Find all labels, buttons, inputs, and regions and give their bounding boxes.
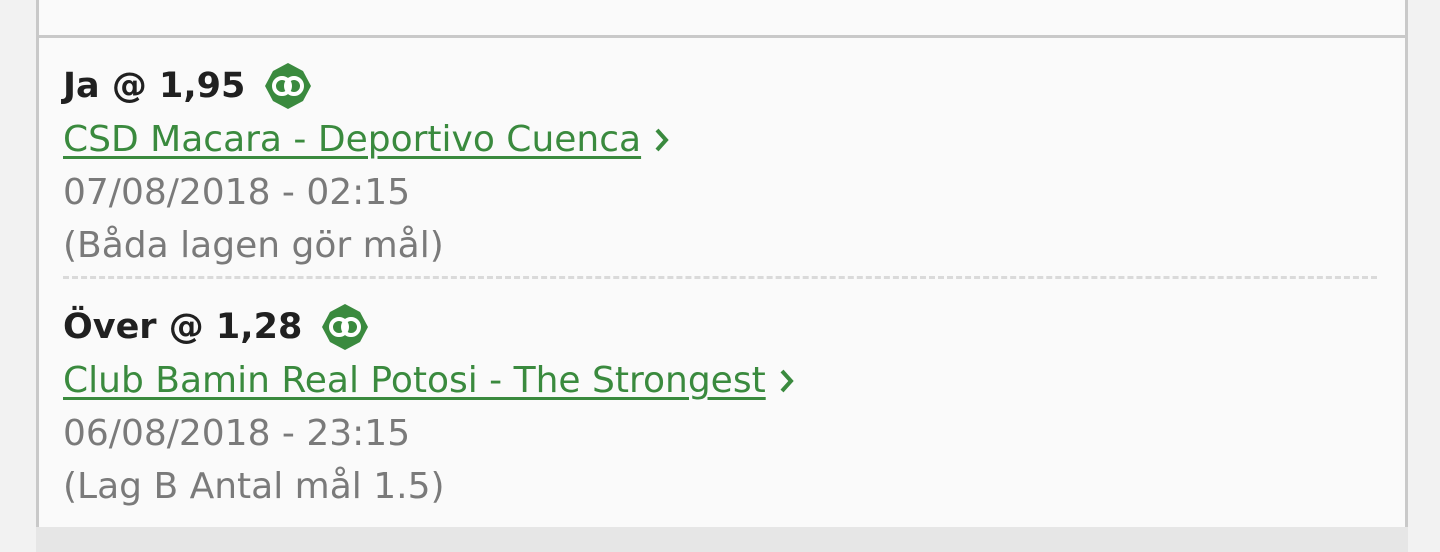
match-link[interactable]: Club Bamin Real Potosi - The Strongest <box>63 355 766 407</box>
bet-item: Ja @ 1,95 CSD Macara - Deportivo Cuenca … <box>63 58 671 272</box>
match-link[interactable]: CSD Macara - Deportivo Cuenca <box>63 114 641 166</box>
bet-pick: Ja @ 1,95 <box>63 66 246 106</box>
bet-market: (Båda lagen gör mål) <box>63 225 444 266</box>
bet-list-panel: Ja @ 1,95 CSD Macara - Deportivo Cuenca … <box>36 0 1408 527</box>
match-datetime: 07/08/2018 - 02:15 <box>63 172 411 213</box>
section-divider <box>39 35 1405 38</box>
match-datetime: 06/08/2018 - 23:15 <box>63 413 411 454</box>
bet-item: Över @ 1,28 Club Bamin Real Potosi - The… <box>63 299 796 513</box>
bottom-strip <box>36 527 1408 552</box>
item-divider <box>63 276 1377 279</box>
bet-pick: Över @ 1,28 <box>63 307 303 347</box>
eye-badge-icon[interactable] <box>320 302 370 352</box>
bet-market: (Lag B Antal mål 1.5) <box>63 466 445 507</box>
eye-badge-icon[interactable] <box>263 61 313 111</box>
chevron-right-icon[interactable] <box>653 126 671 154</box>
chevron-right-icon[interactable] <box>778 367 796 395</box>
